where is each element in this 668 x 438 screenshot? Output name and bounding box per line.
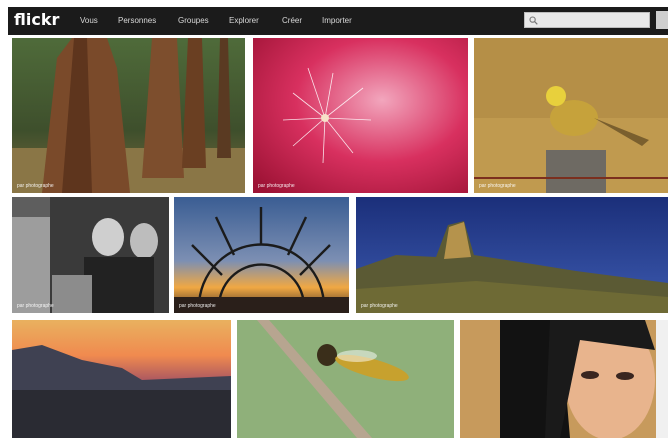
photo-pink-dandelion[interactable]: par photographe <box>253 38 468 193</box>
portrait-image <box>460 320 668 438</box>
photo-sunset-lake[interactable] <box>12 320 231 438</box>
structure-image <box>174 197 349 313</box>
photo-mountain-landscape[interactable]: par photographe <box>356 197 668 313</box>
photo-caption: par photographe <box>179 303 216 309</box>
bird-image <box>474 38 668 193</box>
nav-item-groupes[interactable]: Groupes <box>178 16 209 25</box>
photo-hoverfly[interactable] <box>237 320 454 438</box>
street-bw-image <box>12 197 169 313</box>
avatar[interactable] <box>656 11 668 29</box>
photo-yellowhammer-bird[interactable]: par photographe <box>474 38 668 193</box>
nav-item-explorer[interactable]: Explorer <box>229 16 259 25</box>
nav-item-creer[interactable]: Créer <box>282 16 302 25</box>
search-icon <box>529 16 538 25</box>
hoverfly-image <box>237 320 454 438</box>
photo-caption: par photographe <box>258 183 295 189</box>
photo-caption: par photographe <box>479 183 516 189</box>
photo-sunset-structure[interactable]: par photographe <box>174 197 349 313</box>
search-input[interactable] <box>524 12 650 28</box>
photo-caption: par photographe <box>361 303 398 309</box>
photo-woman-portrait[interactable] <box>460 320 668 438</box>
photo-sequoia-forest[interactable]: par photographe <box>12 38 245 193</box>
nav-item-importer[interactable]: Importer <box>322 16 352 25</box>
nav-item-personnes[interactable]: Personnes <box>118 16 156 25</box>
sequoia-image <box>12 38 245 193</box>
photo-caption: par photographe <box>17 183 54 189</box>
nav-item-vous[interactable]: Vous <box>80 16 98 25</box>
top-navigation-bar: flickr Vous Personnes Groupes Explorer C… <box>8 7 668 35</box>
mountain-image <box>356 197 668 313</box>
photo-gallery: par photographe par photographe par phot… <box>8 35 668 438</box>
flickr-logo[interactable]: flickr <box>14 10 59 29</box>
lake-image <box>12 320 231 438</box>
photo-caption: par photographe <box>17 303 54 309</box>
photo-old-men-bw[interactable]: par photographe <box>12 197 169 313</box>
dandelion-image <box>253 38 468 193</box>
